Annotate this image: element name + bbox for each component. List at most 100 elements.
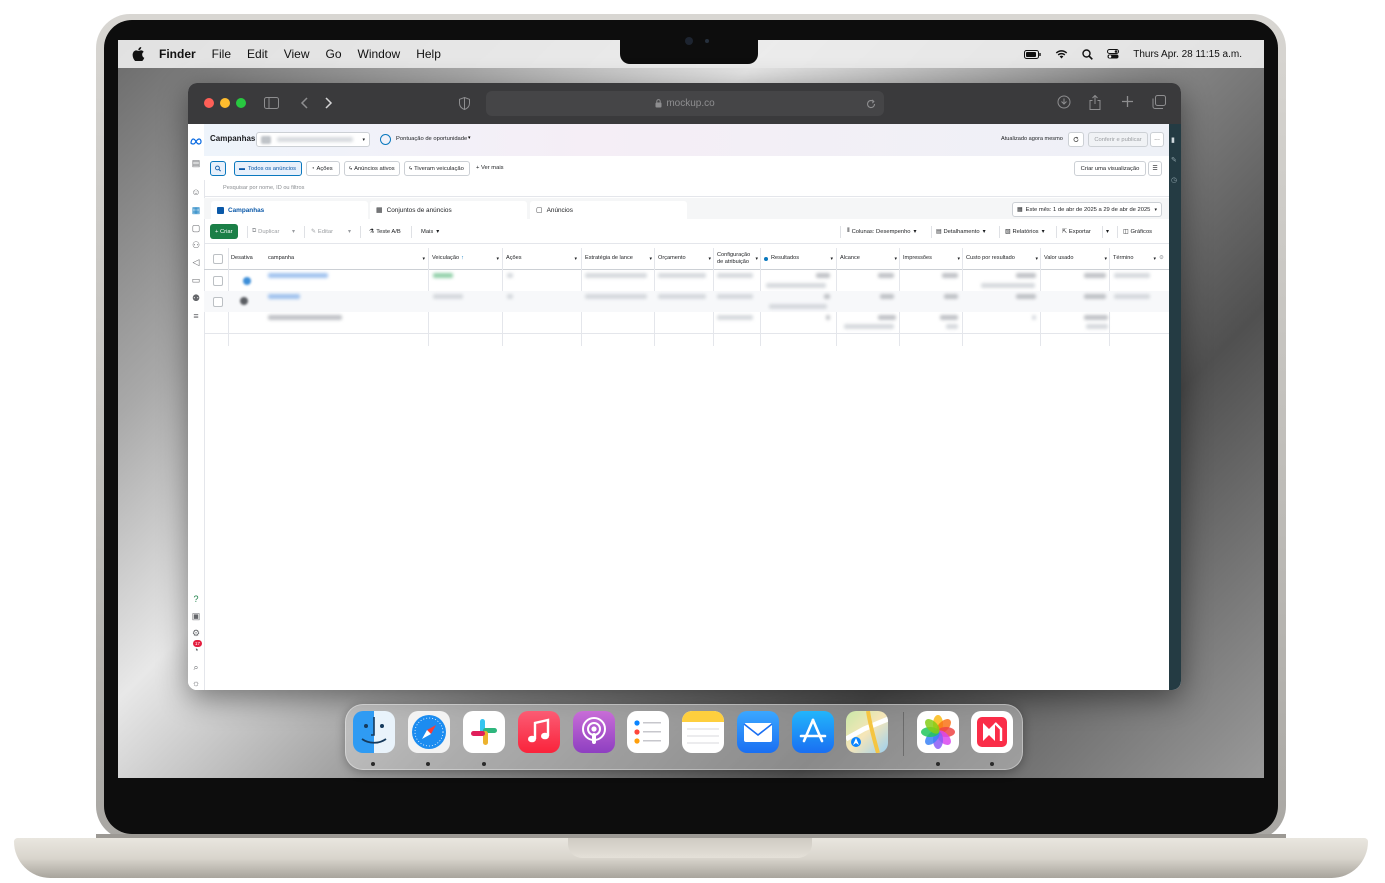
menu-file[interactable]: File [212,47,231,61]
menu-edit[interactable]: Edit [247,47,268,61]
col-delivery[interactable]: Veiculação ↑ ▾ [432,248,502,269]
users-icon[interactable]: ⚉ [190,292,202,304]
col-attribution[interactable]: Configuração de atribuição ▾ [717,248,761,269]
view-settings-button[interactable]: ☰ [1148,161,1162,176]
downloads-icon[interactable] [1057,95,1071,109]
filter-had-delivery[interactable]: ϟ Tiveram veiculação [404,161,470,176]
chevron-down-icon[interactable]: ▾ [468,135,471,141]
app-store-icon[interactable] [792,711,834,753]
menu-help[interactable]: Help [416,47,441,61]
filter-active-ads[interactable]: ϟ Anúncios ativos [344,161,400,176]
news-icon[interactable] [971,711,1013,753]
row-checkbox[interactable] [213,297,223,307]
see-more-filters[interactable]: + Ver mais [476,165,504,171]
col-end[interactable]: Término ▾ [1113,248,1159,269]
all-tools-icon[interactable]: ≡ [190,310,202,322]
spotlight-search-icon[interactable] [1082,48,1094,60]
ab-test-button[interactable]: ⚗ Teste A/B [369,224,401,239]
tab-campaigns[interactable]: Campanhas [211,201,368,219]
music-icon[interactable] [518,711,560,753]
safari-icon[interactable] [408,711,450,753]
close-window-button[interactable] [204,98,214,108]
minimize-window-button[interactable] [220,98,230,108]
feedback-icon[interactable]: ▣ [190,610,202,622]
back-icon[interactable] [300,97,308,109]
col-toggle[interactable]: Desativa [231,248,265,269]
columns-button[interactable]: ⦀ Colunas: Desempenho ▾ [847,224,916,239]
privacy-shield-icon[interactable] [459,97,470,110]
table-row[interactable] [204,270,1169,291]
reload-icon[interactable] [866,99,876,109]
col-amount-spent[interactable]: Valor usado ▾ [1044,248,1110,269]
filter-actions[interactable]: ◔ Ações [306,161,340,176]
edit-panel-icon[interactable]: ✎ [1171,156,1177,164]
search-input[interactable]: Pesquisar por nome, ID ou filtros [223,185,304,191]
export-dropdown[interactable]: ▾ [1106,224,1109,239]
refresh-button[interactable] [1068,132,1084,147]
col-actions[interactable]: Ações ▾ [506,248,580,269]
edit-button[interactable]: ✎ Editar [311,224,333,239]
account-selector[interactable]: ▾ [256,132,370,147]
reminders-icon[interactable] [627,711,669,753]
row-checkbox[interactable] [213,276,223,286]
search-nav-icon[interactable]: ⌕ [190,661,202,673]
mail-icon[interactable] [737,711,779,753]
bug-report-icon[interactable]: ☼ [190,677,202,689]
col-bid-strategy[interactable]: Estratégia de lance ▾ [585,248,655,269]
opportunity-score-gauge[interactable] [380,134,391,145]
row-toggle[interactable] [240,297,248,305]
menu-app-name[interactable]: Finder [159,47,196,61]
select-all-checkbox[interactable] [213,254,223,264]
col-results[interactable]: Resultados ▾ [764,248,836,269]
overview-icon[interactable]: ▤ [190,157,202,169]
duplicate-dropdown[interactable]: ▾ [292,224,295,239]
col-campaign[interactable]: campanha ▾ [268,248,428,269]
forward-icon[interactable] [325,97,333,109]
campaign-name-redacted[interactable] [268,294,300,299]
row-toggle[interactable] [243,277,251,285]
campaign-name-redacted[interactable] [268,273,328,278]
podcasts-icon[interactable] [573,711,615,753]
finder-icon[interactable] [353,711,395,753]
create-view-button[interactable]: Criar uma visualização [1074,161,1146,176]
col-cost-per-result[interactable]: Custo por resultado ▾ [966,248,1041,269]
col-budget[interactable]: Orçamento ▾ [658,248,714,269]
menu-window[interactable]: Window [358,47,401,61]
share-icon[interactable] [1089,95,1101,110]
review-publish-button[interactable]: Conferir e publicar [1088,132,1148,147]
account-overview-icon[interactable]: ☺ [190,186,202,198]
billing-icon[interactable]: ▭ [190,274,202,286]
photos-icon[interactable] [917,711,959,753]
col-impressions[interactable]: Impressões ▾ [903,248,963,269]
charts-button[interactable]: ◫ Gráficos [1123,224,1152,239]
maps-icon[interactable] [846,711,888,753]
column-settings-icon[interactable]: ⚙ [1159,248,1167,269]
ads-nav-icon[interactable]: ◁ [190,256,202,268]
notes-icon[interactable] [682,711,724,753]
meta-logo-icon[interactable] [190,138,202,145]
export-button[interactable]: ⇱ Exportar [1062,224,1091,239]
sidebar-toggle-icon[interactable] [264,97,279,109]
history-panel-icon[interactable]: ◷ [1171,176,1177,184]
col-reach[interactable]: Alcance ▾ [840,248,900,269]
more-actions-button[interactable]: Mais ▾ [421,224,439,239]
battery-icon[interactable] [1024,49,1041,59]
menu-view[interactable]: View [284,47,310,61]
menu-go[interactable]: Go [326,47,342,61]
opportunity-score-label[interactable]: Pontuação de oportunidade [396,136,467,142]
menubar-clock[interactable]: Thurs Apr. 28 11:15 a.m. [1133,49,1242,60]
address-bar[interactable]: mockup.co [486,91,884,116]
documents-icon[interactable]: ▢ [190,222,202,234]
chart-panel-icon[interactable]: ▮ [1171,136,1175,144]
help-icon[interactable]: ? [190,593,202,605]
settings-gear-icon[interactable]: ⚙ [190,627,202,639]
breakdown-button[interactable]: ▤ Detalhamento ▾ [936,224,986,239]
create-button[interactable]: + Criar [210,224,238,239]
table-row[interactable] [204,291,1169,312]
filter-all-ads[interactable]: ▬ Todos os anúncios [234,161,302,176]
audiences-icon[interactable]: ⚇ [190,239,202,251]
duplicate-button[interactable]: ⧉ Duplicar [252,224,279,239]
tab-overview-icon[interactable] [1152,95,1166,109]
edit-dropdown[interactable]: ▾ [348,224,351,239]
tab-ads[interactable]: ▢ Anúncios [530,201,687,219]
